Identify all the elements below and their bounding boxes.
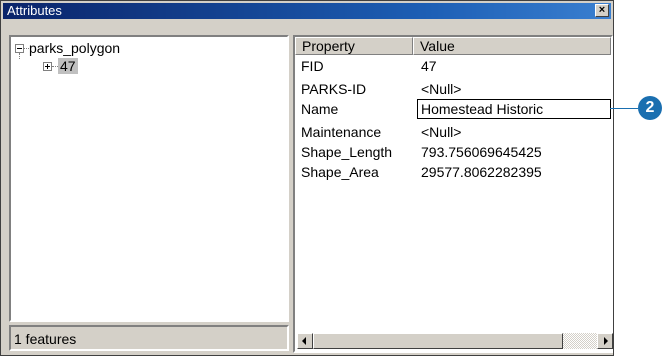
value-cell[interactable]: <Null> <box>421 81 461 97</box>
value-cell[interactable]: <Null> <box>421 124 461 140</box>
expand-icon[interactable] <box>43 62 52 71</box>
name-value-edit-field[interactable]: Homestead Historic <box>417 99 611 119</box>
tree-child-item[interactable]: 47 <box>58 58 78 74</box>
property-cell: FID <box>301 58 324 74</box>
feature-count: 1 features <box>14 331 77 347</box>
window-title: Attributes <box>7 3 62 18</box>
attributes-window: Attributes × parks_polygon 47 1 features… <box>0 0 614 356</box>
attribute-grid[interactable]: Property Value FID 47 PARKS-ID <Null> Na… <box>293 35 613 353</box>
close-button[interactable]: × <box>595 4 609 17</box>
horizontal-scrollbar[interactable] <box>297 333 613 349</box>
value-cell[interactable]: 47 <box>421 58 437 74</box>
property-cell: Name <box>301 101 339 117</box>
status-bar: 1 features <box>9 325 289 351</box>
collapse-icon[interactable] <box>15 44 24 53</box>
property-cell: PARKS-ID <box>301 81 367 97</box>
property-cell: Maintenance <box>301 124 382 140</box>
value-column-header[interactable]: Value <box>413 37 611 55</box>
scroll-thumb[interactable] <box>313 333 563 349</box>
arrow-left-icon <box>302 337 306 345</box>
property-column-header[interactable]: Property <box>295 37 413 55</box>
tree-connector <box>19 53 20 59</box>
property-cell: Shape_Area <box>301 164 379 180</box>
feature-tree[interactable]: parks_polygon 47 <box>9 35 289 322</box>
arrow-right-icon <box>604 337 608 345</box>
property-cell: Shape_Length <box>301 144 393 160</box>
tree-root-label: parks_polygon <box>29 40 121 56</box>
scroll-track[interactable] <box>563 333 597 349</box>
value-cell[interactable]: 29577.8062282395 <box>421 164 542 180</box>
callout-line <box>610 108 638 109</box>
title-bar[interactable]: Attributes × <box>3 3 611 19</box>
scroll-left-button[interactable] <box>297 333 313 349</box>
scroll-right-button[interactable] <box>597 333 613 349</box>
tree-root-item[interactable]: parks_polygon <box>29 40 120 56</box>
tree-child-label: 47 <box>58 58 78 74</box>
step-callout-badge: 2 <box>638 96 662 120</box>
value-cell[interactable]: 793.756069645425 <box>421 144 542 160</box>
close-icon: × <box>598 4 606 16</box>
